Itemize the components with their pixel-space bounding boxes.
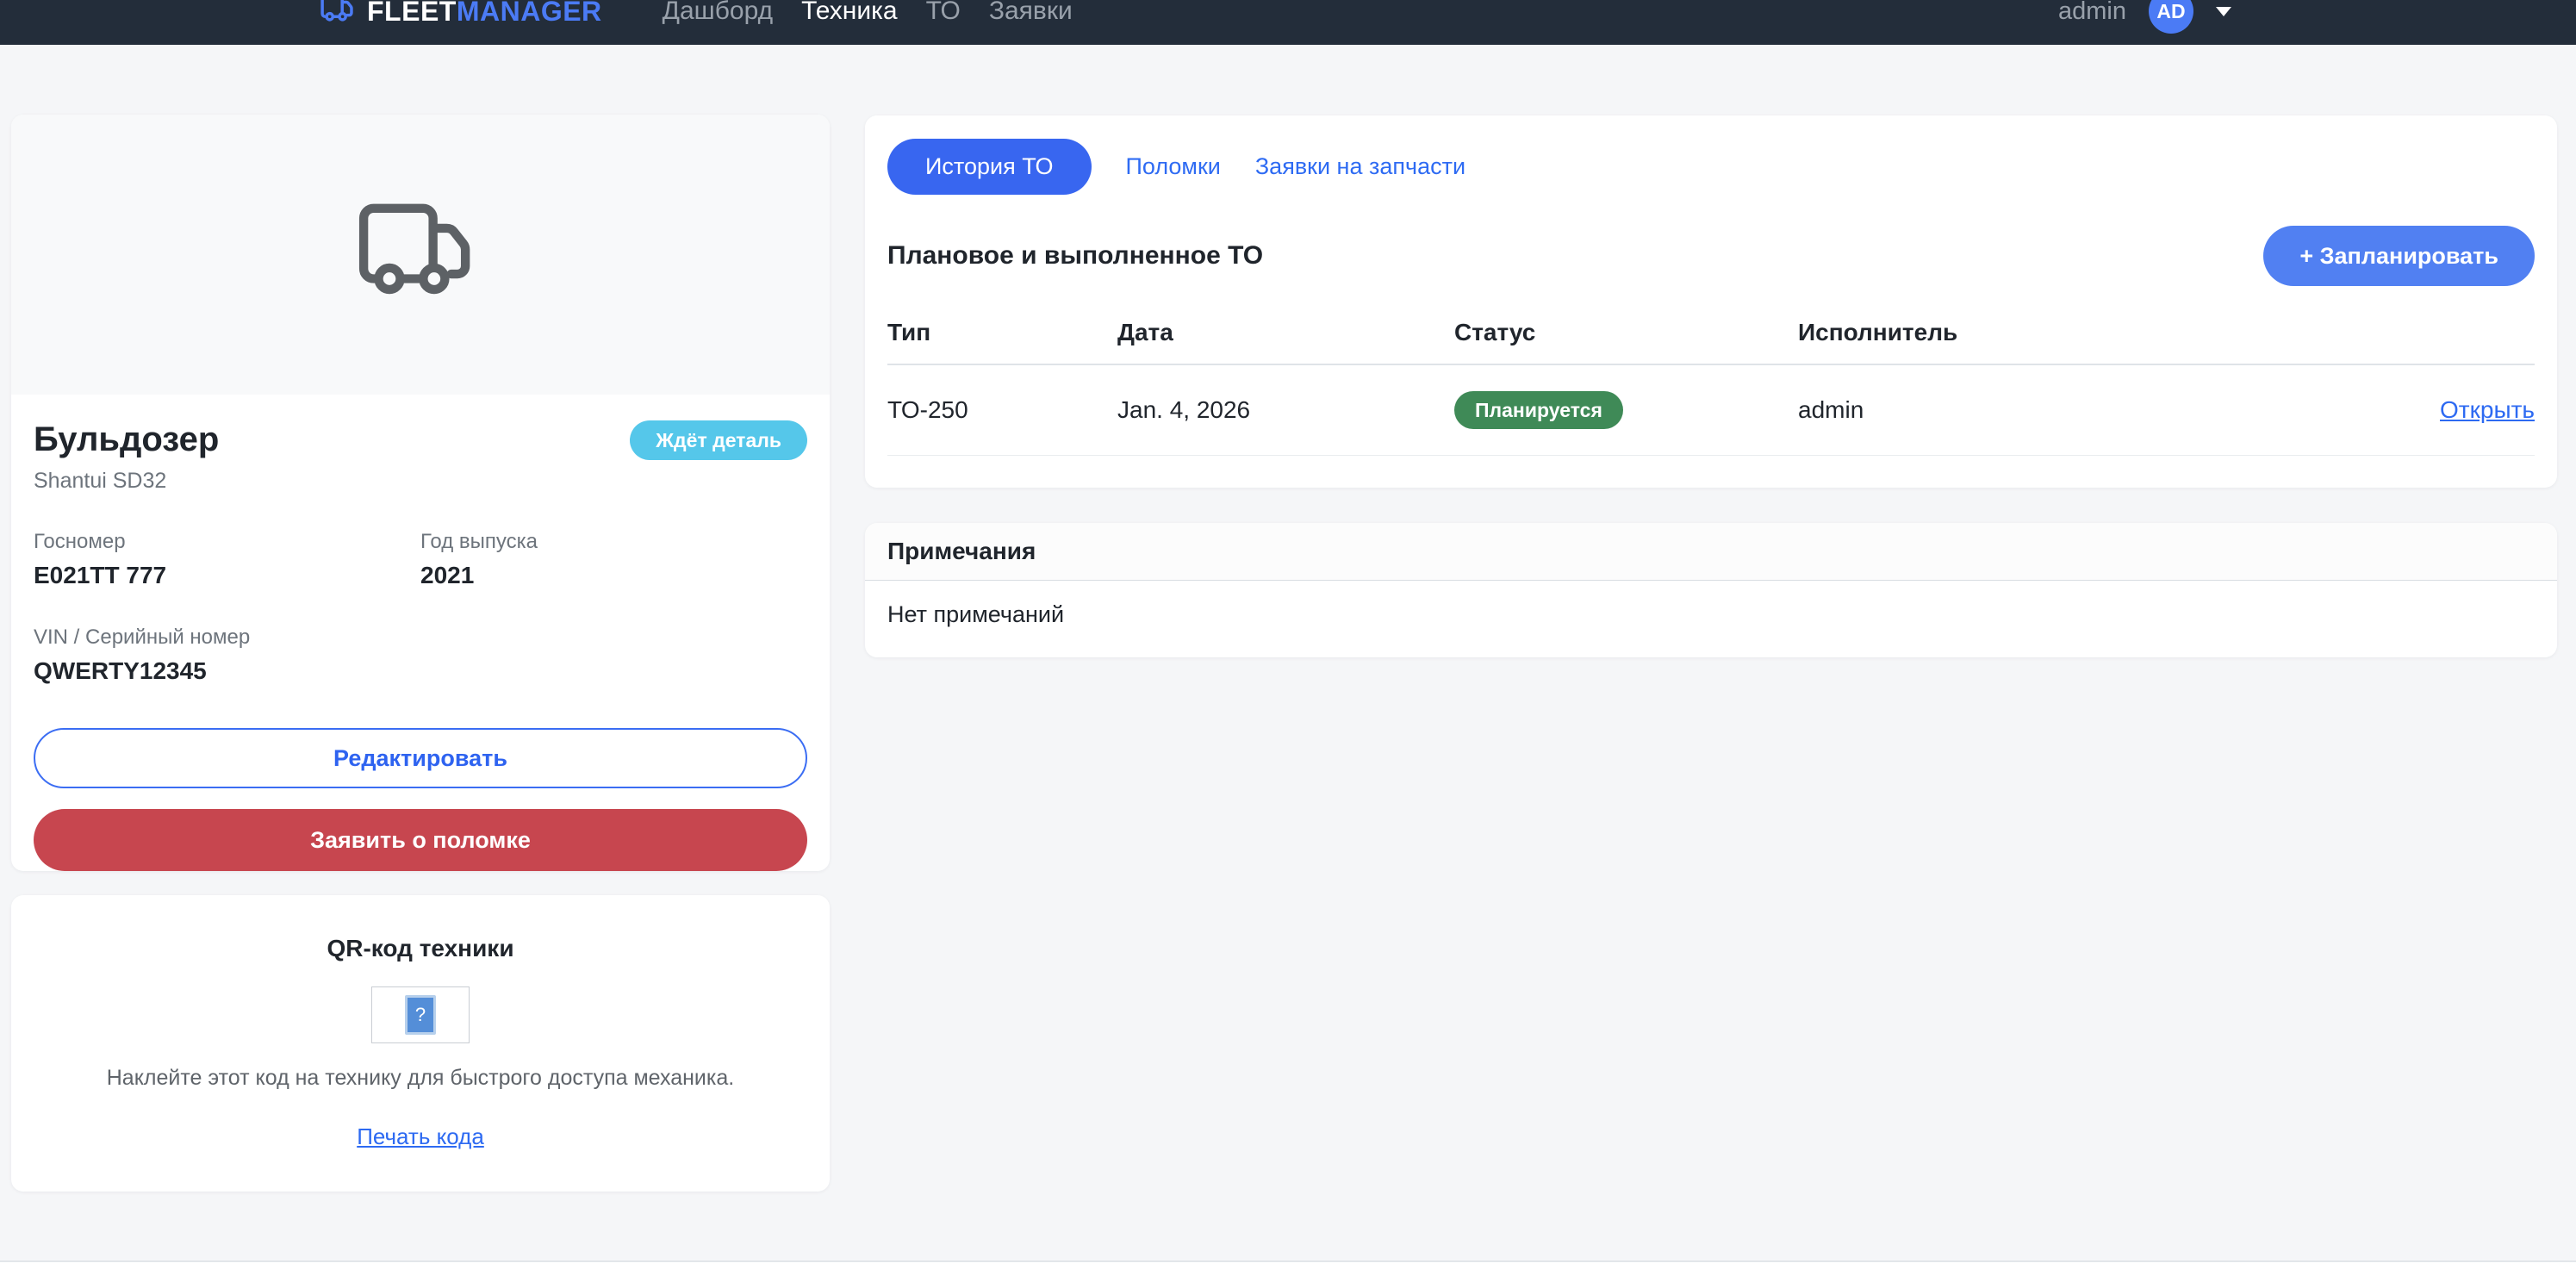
table-row: ТО-250 Jan. 4, 2026 Планируется admin От… (887, 364, 2535, 456)
notes-title: Примечания (865, 523, 2557, 581)
footer-strip (0, 1260, 2576, 1282)
nav-item-dashboard[interactable]: Дашборд (663, 0, 773, 26)
top-navbar: FLEETMANAGER Дашборд Техника ТО Заявки a… (0, 0, 2576, 45)
column-header-date: Дата (1117, 307, 1454, 364)
section-title: Плановое и выполненное ТО (887, 241, 1263, 271)
vehicle-image-placeholder (11, 115, 830, 395)
qr-card: QR-код техники ? Наклейте этот код на те… (11, 895, 830, 1192)
cell-executor: admin (1798, 364, 2345, 456)
nav-item-requests[interactable]: Заявки (989, 0, 1073, 26)
cell-date: Jan. 4, 2026 (1117, 364, 1454, 456)
cell-type: ТО-250 (887, 364, 1117, 456)
vehicle-card: Бульдозер Ждёт деталь Shantui SD32 Госно… (11, 115, 830, 871)
report-breakdown-button[interactable]: Заявить о поломке (34, 809, 807, 871)
schedule-button[interactable]: + Запланировать (2263, 226, 2535, 286)
username-label: admin (2058, 0, 2126, 26)
column-header-status: Статус (1454, 307, 1798, 364)
field-plate: Госномер E021TT 777 (34, 530, 420, 589)
tab-history[interactable]: История ТО (887, 139, 1092, 195)
main-nav: Дашборд Техника ТО Заявки (663, 0, 1073, 26)
field-vin: VIN / Серийный номер QWERTY12345 (34, 625, 420, 685)
vehicle-model: Shantui SD32 (34, 469, 807, 494)
broken-image-icon: ? (405, 995, 436, 1035)
tab-breakdowns[interactable]: Поломки (1126, 153, 1221, 180)
status-badge: Планируется (1454, 391, 1623, 429)
nav-item-maintenance[interactable]: ТО (926, 0, 961, 26)
print-code-link[interactable]: Печать кода (357, 1123, 484, 1150)
edit-button[interactable]: Редактировать (34, 728, 807, 788)
vehicle-status-badge: Ждёт деталь (630, 420, 807, 460)
app-logo[interactable]: FLEETMANAGER (320, 0, 602, 28)
column-header-action (2345, 307, 2535, 364)
vehicle-name: Бульдозер (34, 420, 219, 458)
truck-logo-icon (320, 0, 357, 28)
open-link[interactable]: Открыть (2440, 396, 2535, 423)
tab-parts-requests[interactable]: Заявки на запчасти (1255, 153, 1465, 180)
app-title: FLEETMANAGER (367, 0, 602, 28)
qr-image-broken: ? (371, 986, 470, 1043)
maintenance-card: История ТО Поломки Заявки на запчасти Пл… (865, 115, 2557, 488)
nav-item-equipment[interactable]: Техника (801, 0, 897, 26)
field-year: Год выпуска 2021 (420, 530, 807, 589)
notes-card: Примечания Нет примечаний (865, 523, 2557, 657)
qr-hint-text: Наклейте этот код на технику для быстрог… (11, 1066, 830, 1091)
column-header-type: Тип (887, 307, 1117, 364)
notes-empty-text: Нет примечаний (865, 581, 2557, 649)
tabs-bar: История ТО Поломки Заявки на запчасти (887, 139, 2535, 195)
page: FLEETMANAGER Дашборд Техника ТО Заявки a… (0, 0, 2576, 1282)
truck-icon (356, 200, 485, 309)
maintenance-table: Тип Дата Статус Исполнитель ТО-250 Jan. … (887, 307, 2535, 456)
qr-title: QR-код техники (11, 935, 830, 962)
user-avatar[interactable]: AD (2149, 0, 2193, 34)
cell-status: Планируется (1454, 364, 1798, 456)
chevron-down-icon[interactable] (2216, 7, 2231, 16)
column-header-executor: Исполнитель (1798, 307, 2345, 364)
